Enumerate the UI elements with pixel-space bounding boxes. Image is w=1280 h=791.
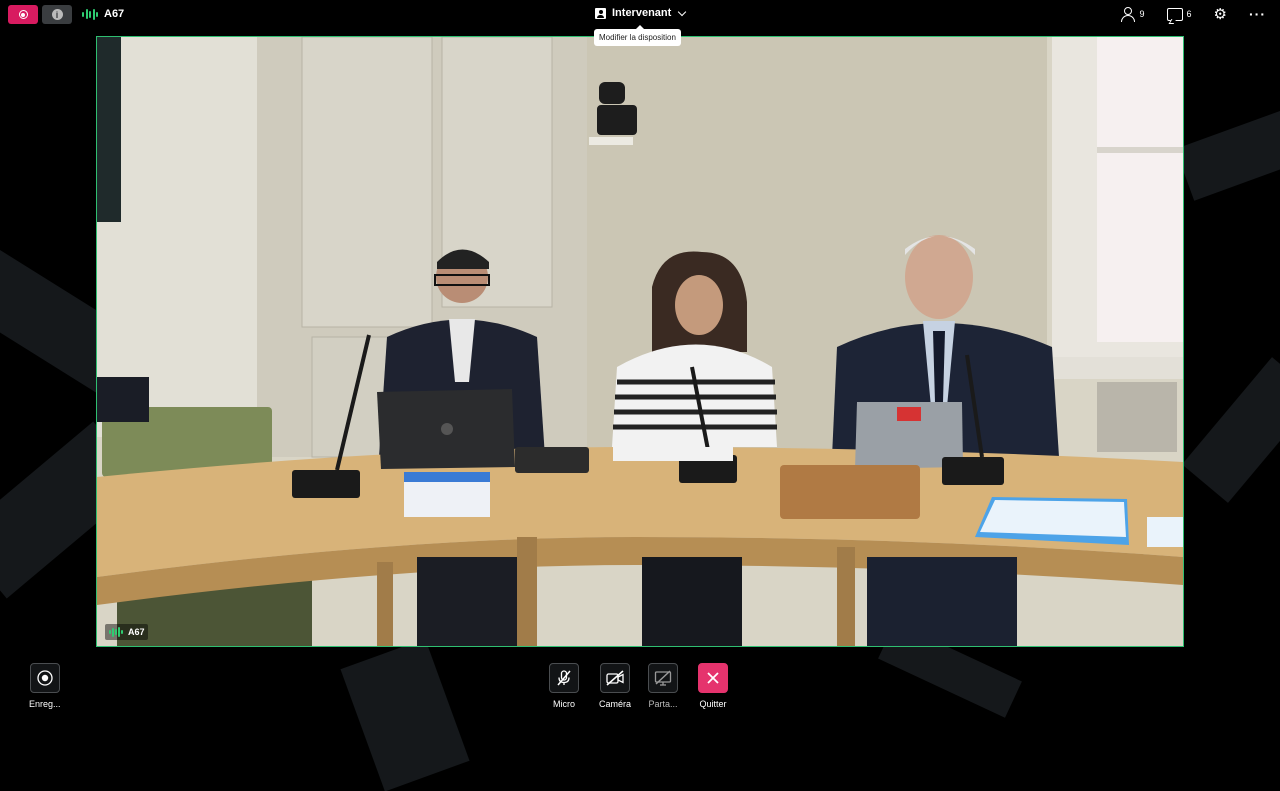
mic-muted-icon [557,670,571,686]
bottom-toolbar: Enreg... Micro Caméra Parta... Quitter [0,655,1280,720]
chat-button[interactable]: 6 [1166,7,1192,21]
background-shape [1182,357,1280,503]
screen-share-off-icon [654,670,672,686]
active-speaker-name: A67 [104,8,125,20]
background-shape [1175,94,1280,201]
record-icon [37,670,53,686]
mic-label: Micro [553,699,575,709]
participants-count: 9 [1139,9,1145,19]
quit-button[interactable] [698,663,728,693]
participants-button[interactable]: 9 [1120,6,1145,22]
tile-speaker-label: A67 [105,624,149,640]
more-options-button[interactable]: ··· [1249,6,1266,22]
quit-control[interactable]: Quitter [698,663,728,709]
chat-count: 6 [1186,9,1192,19]
close-icon [707,672,719,684]
settings-icon: ⚙ [1213,5,1227,23]
settings-button[interactable]: ⚙ [1214,7,1227,22]
mic-control[interactable]: Micro [549,663,579,709]
participants-icon [1120,6,1136,22]
top-bar: i A67 Intervenant Modifier la dispositio… [0,0,1280,46]
layout-selector-button[interactable]: Intervenant [595,7,687,19]
record-button[interactable] [29,663,60,693]
mic-button[interactable] [549,663,579,693]
record-control[interactable]: Enreg... [29,663,61,709]
tile-speaker-name: A67 [127,627,145,637]
active-speaker-indicator: A67 [82,8,124,20]
camera-button[interactable] [600,663,630,693]
audio-level-icon [109,626,123,638]
record-icon [18,10,28,19]
screen-share-button[interactable] [648,663,678,693]
layout-person-icon [595,7,606,19]
video-tile[interactable]: A67 [96,36,1184,647]
audio-level-icon [82,8,98,20]
top-right-controls: 9 6 ⚙ ··· [1120,6,1266,22]
chevron-down-icon [678,7,687,16]
layout-tooltip: Modifier la disposition [594,25,681,46]
share-control[interactable]: Parta... [648,663,678,709]
share-label: Parta... [648,699,678,709]
camera-label: Caméra [599,699,632,709]
info-icon: i [51,9,63,20]
layout-selector-label: Intervenant [612,7,672,19]
quit-label: Quitter [699,699,727,709]
record-label: Enreg... [29,699,61,709]
video-feed [97,37,1183,646]
chat-icon [1166,7,1183,21]
more-options-icon: ··· [1249,6,1266,22]
camera-off-icon [606,670,624,686]
recording-indicator[interactable] [8,5,38,24]
info-button[interactable]: i [42,5,72,24]
camera-control[interactable]: Caméra [599,663,631,709]
